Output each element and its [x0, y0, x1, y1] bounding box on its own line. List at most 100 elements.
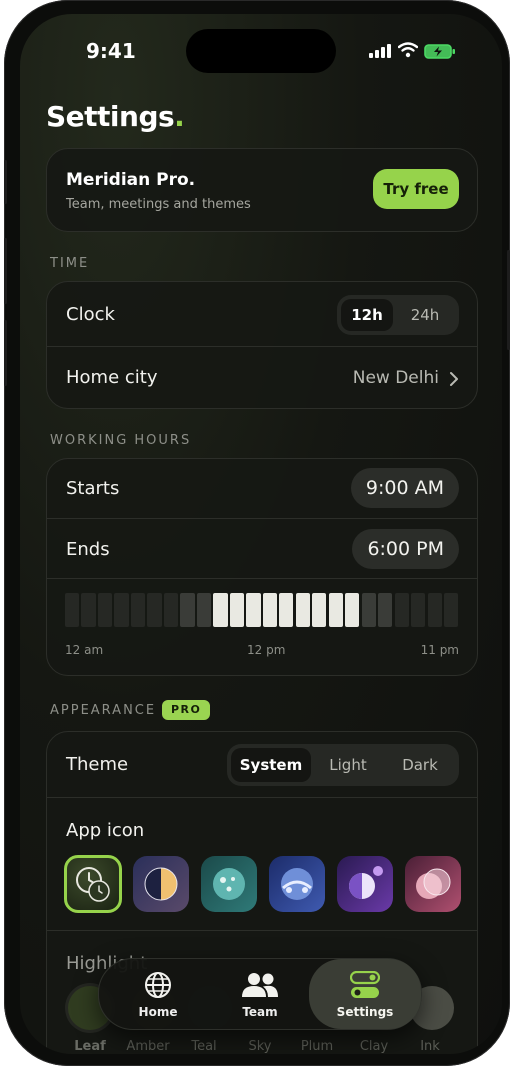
wifi-icon: [398, 42, 418, 58]
title-accent-dot: .: [174, 100, 185, 133]
ends-time-button[interactable]: 6:00 PM: [352, 529, 459, 569]
swatch-label-plum: Plum: [300, 1039, 334, 1054]
hour-bar-10[interactable]: [229, 593, 245, 627]
app-icon-row: App icon: [47, 797, 477, 931]
swatch-label-clay: Clay: [359, 1039, 389, 1054]
side-button-volume-up: [4, 238, 7, 304]
app-icon-teal-planet[interactable]: [201, 856, 257, 912]
battery-charging-icon: [424, 44, 455, 59]
timeline-start-label: 12 am: [65, 643, 104, 657]
hour-bar-19[interactable]: [378, 593, 393, 627]
clock-format-toggle: 12h 24h: [337, 295, 459, 335]
clock-option-12h[interactable]: 12h: [341, 299, 393, 331]
swatch-label-amber: Amber: [126, 1039, 170, 1054]
hour-bars[interactable]: [65, 593, 459, 627]
starts-time-button[interactable]: 9:00 AM: [350, 468, 459, 508]
hour-bar-6[interactable]: [163, 593, 179, 627]
tab-team[interactable]: Team: [215, 959, 305, 1029]
hours-timeline: 12 am 12 pm 11 pm: [47, 578, 477, 675]
timeline-end-label: 11 pm: [420, 643, 459, 657]
side-button-volume-down: [4, 320, 7, 386]
hour-bar-2[interactable]: [97, 593, 113, 627]
working-hours-card: Starts 9:00 AM Ends 6:00 PM 12 am 12 pm …: [46, 458, 478, 676]
app-icon-purple-moon[interactable]: [337, 856, 393, 912]
promo-subtitle: Team, meetings and themes: [66, 197, 251, 212]
hour-bar-8[interactable]: [196, 593, 212, 627]
home-city-value: New Delhi: [352, 368, 439, 388]
tab-team-label: Team: [242, 1005, 278, 1019]
half-moon-icon: [144, 867, 178, 901]
hour-bar-22[interactable]: [427, 593, 442, 627]
hour-bar-0[interactable]: [65, 593, 80, 627]
purple-moon-icon: [349, 866, 383, 899]
hour-bar-3[interactable]: [114, 593, 129, 627]
people-icon: [242, 973, 278, 997]
hour-bar-17[interactable]: [345, 593, 360, 627]
theme-option-system[interactable]: System: [231, 748, 311, 782]
phone-frame: 9:41 Settings. Meridian Pro. Team, meeti…: [4, 0, 510, 1066]
promo-card: Meridian Pro. Team, meetings and themes …: [46, 148, 478, 232]
tab-settings-label: Settings: [336, 1005, 394, 1019]
page-title: Settings.: [46, 100, 185, 133]
hour-bar-23[interactable]: [444, 593, 459, 627]
cellular-signal-icon: [369, 44, 391, 58]
hour-bar-12[interactable]: [262, 593, 277, 627]
blue-planet-icon: [281, 868, 313, 900]
ends-row: Ends 6:00 PM: [47, 518, 477, 579]
theme-label: Theme: [66, 754, 129, 775]
app-icon-rose-moon[interactable]: [405, 856, 461, 912]
hour-bar-16[interactable]: [328, 593, 343, 627]
hour-bar-1[interactable]: [81, 593, 96, 627]
side-button-action: [4, 160, 7, 204]
time-card: Clock 12h 24h Home city New Delhi: [46, 281, 478, 409]
teal-planet-icon: [213, 868, 245, 900]
globe-icon: [145, 972, 171, 998]
appearance-section-label: APPEARANCE: [50, 703, 157, 718]
swatch-label-teal: Teal: [191, 1039, 217, 1054]
app-icon-label: App icon: [66, 820, 145, 841]
side-button-power: [507, 250, 510, 350]
hour-bar-15[interactable]: [312, 593, 327, 627]
time-section-label: TIME: [50, 256, 90, 271]
tab-settings[interactable]: Settings: [309, 959, 421, 1029]
hour-bar-20[interactable]: [394, 593, 409, 627]
hour-bar-13[interactable]: [279, 593, 294, 627]
hour-bar-18[interactable]: [361, 593, 376, 627]
tab-home[interactable]: Home: [113, 959, 203, 1029]
settings-screen: 9:41 Settings. Meridian Pro. Team, meeti…: [20, 14, 502, 1054]
swatch-label-leaf: Leaf: [74, 1039, 106, 1054]
rose-moon-icon: [416, 868, 451, 899]
clock-option-24h[interactable]: 24h: [395, 299, 455, 331]
starts-label: Starts: [66, 478, 120, 499]
ends-label: Ends: [66, 539, 110, 560]
promo-title: Meridian Pro.: [66, 170, 196, 190]
clock-face-icon: [76, 867, 110, 902]
app-icon-half-moon[interactable]: [133, 856, 189, 912]
hour-bar-4[interactable]: [130, 593, 146, 627]
hour-bar-14[interactable]: [295, 593, 310, 627]
home-city-label: Home city: [66, 367, 158, 388]
tab-bar: Home Team Settings: [98, 958, 422, 1030]
swatch-label-sky: Sky: [248, 1039, 272, 1054]
hour-bar-9[interactable]: [213, 593, 228, 627]
hour-bar-11[interactable]: [246, 593, 261, 627]
app-icon-blue-planet[interactable]: [269, 856, 325, 912]
status-time: 9:41: [86, 39, 136, 63]
hour-bar-7[interactable]: [180, 593, 195, 627]
tab-home-label: Home: [138, 1005, 178, 1019]
clock-label: Clock: [66, 304, 115, 325]
dynamic-island: [186, 29, 336, 73]
clock-row: Clock 12h 24h: [47, 282, 477, 346]
theme-option-dark[interactable]: Dark: [385, 748, 455, 782]
starts-row: Starts 9:00 AM: [47, 459, 477, 518]
theme-toggle: System Light Dark: [227, 744, 459, 786]
hour-bar-5[interactable]: [147, 593, 162, 627]
app-icon-clock[interactable]: [64, 855, 122, 913]
chevron-right-icon: [450, 372, 458, 386]
timeline-mid-label: 12 pm: [247, 643, 286, 657]
toggles-icon: [350, 971, 380, 998]
home-city-row[interactable]: Home city New Delhi: [47, 346, 477, 408]
try-free-button[interactable]: Try free: [373, 169, 459, 209]
hour-bar-21[interactable]: [411, 593, 426, 627]
theme-option-light[interactable]: Light: [313, 748, 383, 782]
